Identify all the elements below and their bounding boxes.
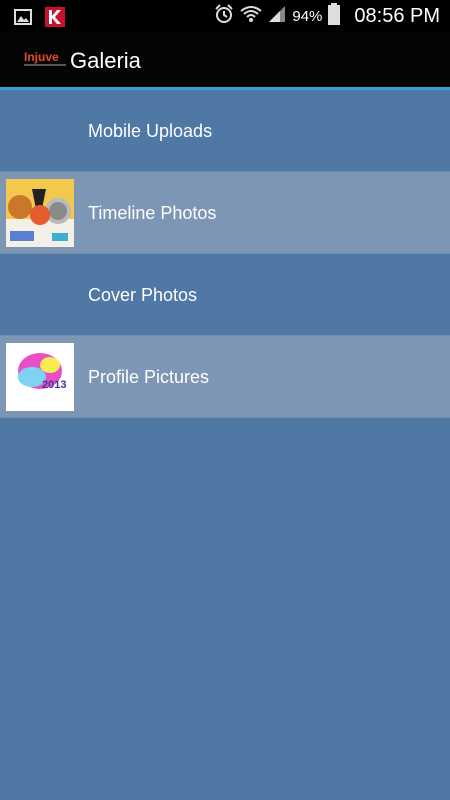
status-bar: 94% 08:56 PM: [0, 0, 450, 32]
wifi-icon: [240, 5, 262, 28]
page-title: Galeria: [70, 48, 141, 73]
clock: 08:56 PM: [354, 4, 440, 27]
alarm-icon: [214, 3, 234, 29]
album-row-cover-photos[interactable]: Cover Photos: [0, 254, 450, 336]
timeline-photos-thumbnail: [6, 179, 74, 247]
battery-percentage: 94%: [292, 7, 323, 25]
action-bar: Injuve Galeria: [0, 32, 450, 90]
gallery-notification-icon: [14, 9, 32, 30]
album-row-timeline-photos[interactable]: Timeline Photos: [0, 172, 450, 254]
app-logo-icon[interactable]: Injuve: [24, 48, 66, 70]
album-row-mobile-uploads[interactable]: Mobile Uploads: [0, 90, 450, 172]
album-label: Profile Pictures: [88, 367, 210, 387]
thumbnail-year-text: 2013: [42, 379, 66, 391]
album-label: Cover Photos: [88, 285, 198, 305]
album-row-profile-pictures[interactable]: 2013 Profile Pictures: [0, 336, 450, 418]
signal-icon: [268, 5, 286, 28]
logo-text: Injuve: [24, 50, 59, 64]
profile-pictures-thumbnail: 2013: [6, 343, 74, 411]
battery-icon: [328, 2, 341, 30]
album-list: Mobile Uploads Timeline Photos Cover Pho…: [0, 90, 450, 418]
kaspersky-icon: [44, 6, 66, 33]
album-label: Timeline Photos: [88, 203, 217, 223]
album-label: Mobile Uploads: [88, 121, 213, 141]
